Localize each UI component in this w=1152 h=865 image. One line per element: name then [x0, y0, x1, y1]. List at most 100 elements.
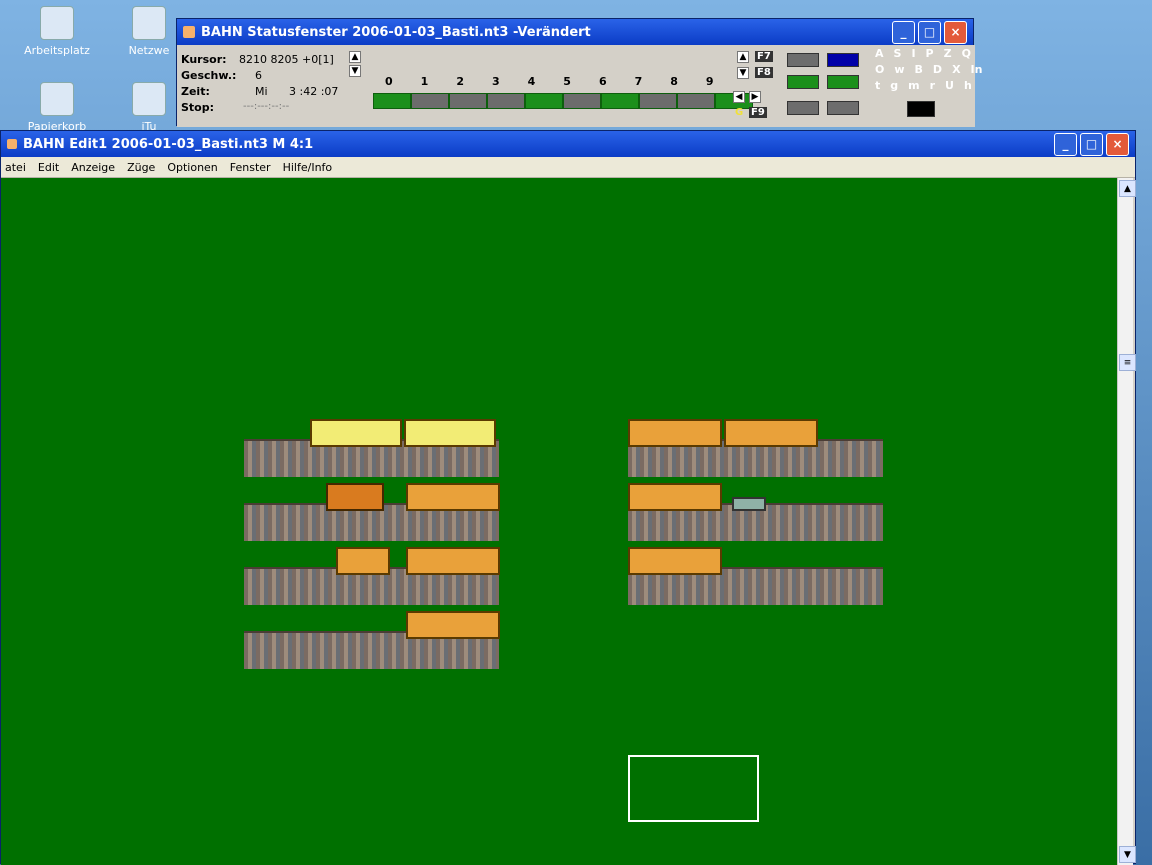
letter[interactable]: w [894, 63, 904, 76]
train-icon[interactable] [907, 101, 935, 117]
letter[interactable]: I [911, 47, 915, 60]
train-row-2 [244, 483, 500, 541]
letter[interactable]: O [875, 63, 884, 76]
letter[interactable]: P [926, 47, 934, 60]
label-kursor: Kursor: [181, 53, 227, 66]
digit-5: 5 [563, 75, 571, 88]
vertical-scrollbar[interactable]: ▲ ≡ ▼ [1117, 178, 1136, 865]
f7-up-button[interactable]: ▲ [737, 51, 749, 63]
g-label: G [735, 107, 744, 118]
letter[interactable]: Z [944, 47, 952, 60]
scroll-down-button[interactable]: ▼ [1119, 846, 1136, 863]
scroll-thumb[interactable]: ≡ [1119, 354, 1136, 371]
edit-window: BAHN Edit1 2006-01-03_Basti.nt3 M 4:1 _ … [0, 130, 1136, 865]
menu-optionen[interactable]: Optionen [167, 161, 217, 174]
letter[interactable]: U [945, 79, 954, 92]
recycle-bin-icon [40, 82, 74, 116]
selection-rectangle[interactable] [628, 755, 759, 822]
menu-bar: atei Edit Anzeige Züge Optionen Fenster … [1, 157, 1135, 178]
letter[interactable]: m [908, 79, 919, 92]
letter[interactable]: In [971, 63, 983, 76]
train-car [406, 547, 500, 575]
menu-hilfe[interactable]: Hilfe/Info [283, 161, 333, 174]
tool-icon-track[interactable] [787, 75, 819, 89]
down-spinner[interactable]: ▼ [349, 65, 361, 77]
minimize-button[interactable]: _ [1054, 132, 1077, 156]
menu-edit[interactable]: Edit [38, 161, 59, 174]
minimize-button[interactable]: _ [892, 20, 915, 44]
maximize-button[interactable]: □ [918, 20, 941, 44]
letter[interactable]: S [894, 47, 902, 60]
train-row-7 [628, 547, 883, 605]
menu-zuege[interactable]: Züge [127, 161, 155, 174]
tool-icon-tree[interactable] [827, 75, 859, 89]
status-title: BAHN Statusfenster 2006-01-03_Basti.nt3 … [201, 24, 591, 40]
track-tile-0[interactable] [373, 93, 411, 109]
itunes-icon [132, 82, 166, 116]
locomotive [326, 483, 384, 511]
letter[interactable]: t [875, 79, 880, 92]
maximize-button[interactable]: □ [1080, 132, 1103, 156]
layout-canvas[interactable] [1, 178, 1117, 865]
up-spinner[interactable]: ▲ [349, 51, 361, 63]
tool-icon-gray[interactable] [787, 101, 819, 115]
track-tile-8[interactable] [677, 93, 715, 109]
track-toolbar [373, 93, 753, 109]
train-car [406, 611, 500, 639]
train-row-3 [244, 547, 500, 605]
train-car [628, 547, 722, 575]
letter[interactable]: A [875, 47, 884, 60]
letter[interactable]: r [930, 79, 935, 92]
freight-car [336, 547, 390, 575]
menu-datei[interactable]: atei [5, 161, 26, 174]
crane-car [732, 497, 766, 511]
desktop-icon-papierkorb[interactable]: Papierkorb [12, 82, 102, 133]
close-button[interactable]: × [944, 20, 967, 44]
tool-icon-building[interactable] [827, 101, 859, 115]
track-tile-6[interactable] [601, 93, 639, 109]
letter[interactable]: h [964, 79, 972, 92]
f9-label: F9 [749, 107, 767, 118]
menu-fenster[interactable]: Fenster [230, 161, 271, 174]
close-button[interactable]: × [1106, 132, 1129, 156]
train-row-5 [628, 419, 883, 477]
label-zeit: Zeit: [181, 85, 210, 98]
desktop-icon-label: Arbeitsplatz [24, 44, 90, 57]
menu-anzeige[interactable]: Anzeige [71, 161, 115, 174]
left-arrow-button[interactable]: ◀ [733, 91, 745, 103]
letter[interactable]: g [890, 79, 898, 92]
f7-label: F7 [755, 51, 773, 62]
edit-titlebar[interactable]: BAHN Edit1 2006-01-03_Basti.nt3 M 4:1 _ … [1, 131, 1135, 157]
f8-down-button[interactable]: ▼ [737, 67, 749, 79]
right-arrow-button[interactable]: ▶ [749, 91, 761, 103]
track-tile-5[interactable] [563, 93, 601, 109]
scroll-up-button[interactable]: ▲ [1119, 180, 1136, 197]
train-row-4 [244, 611, 500, 669]
digit-row: 0 1 2 3 4 5 6 7 8 9 [385, 75, 714, 88]
letter[interactable]: B [915, 63, 923, 76]
digit-6: 6 [598, 75, 607, 88]
track-tile-4[interactable] [525, 93, 563, 109]
app-icon [183, 26, 195, 38]
digit-7: 7 [634, 75, 643, 88]
letter[interactable]: D [933, 63, 942, 76]
track-tile-1[interactable] [411, 93, 449, 109]
desktop-icon-arbeitsplatz[interactable]: Arbeitsplatz [12, 6, 102, 57]
track-tile-7[interactable] [639, 93, 677, 109]
letter[interactable]: Q [962, 47, 971, 60]
digit-9: 9 [705, 75, 714, 88]
train-car [628, 483, 722, 511]
computer-icon [40, 6, 74, 40]
track-tile-3[interactable] [487, 93, 525, 109]
letter[interactable]: X [952, 63, 960, 76]
tool-icon-signal[interactable] [787, 53, 819, 67]
value-zeit-time: 3 :42 :07 [289, 85, 339, 98]
train-car [310, 419, 402, 447]
tool-icon-blue[interactable] [827, 53, 859, 67]
digit-3: 3 [491, 75, 500, 88]
digit-4: 4 [527, 75, 536, 88]
label-stop: Stop: [181, 101, 215, 114]
track-tile-2[interactable] [449, 93, 487, 109]
status-titlebar[interactable]: BAHN Statusfenster 2006-01-03_Basti.nt3 … [177, 19, 973, 45]
status-window: BAHN Statusfenster 2006-01-03_Basti.nt3 … [176, 18, 982, 127]
